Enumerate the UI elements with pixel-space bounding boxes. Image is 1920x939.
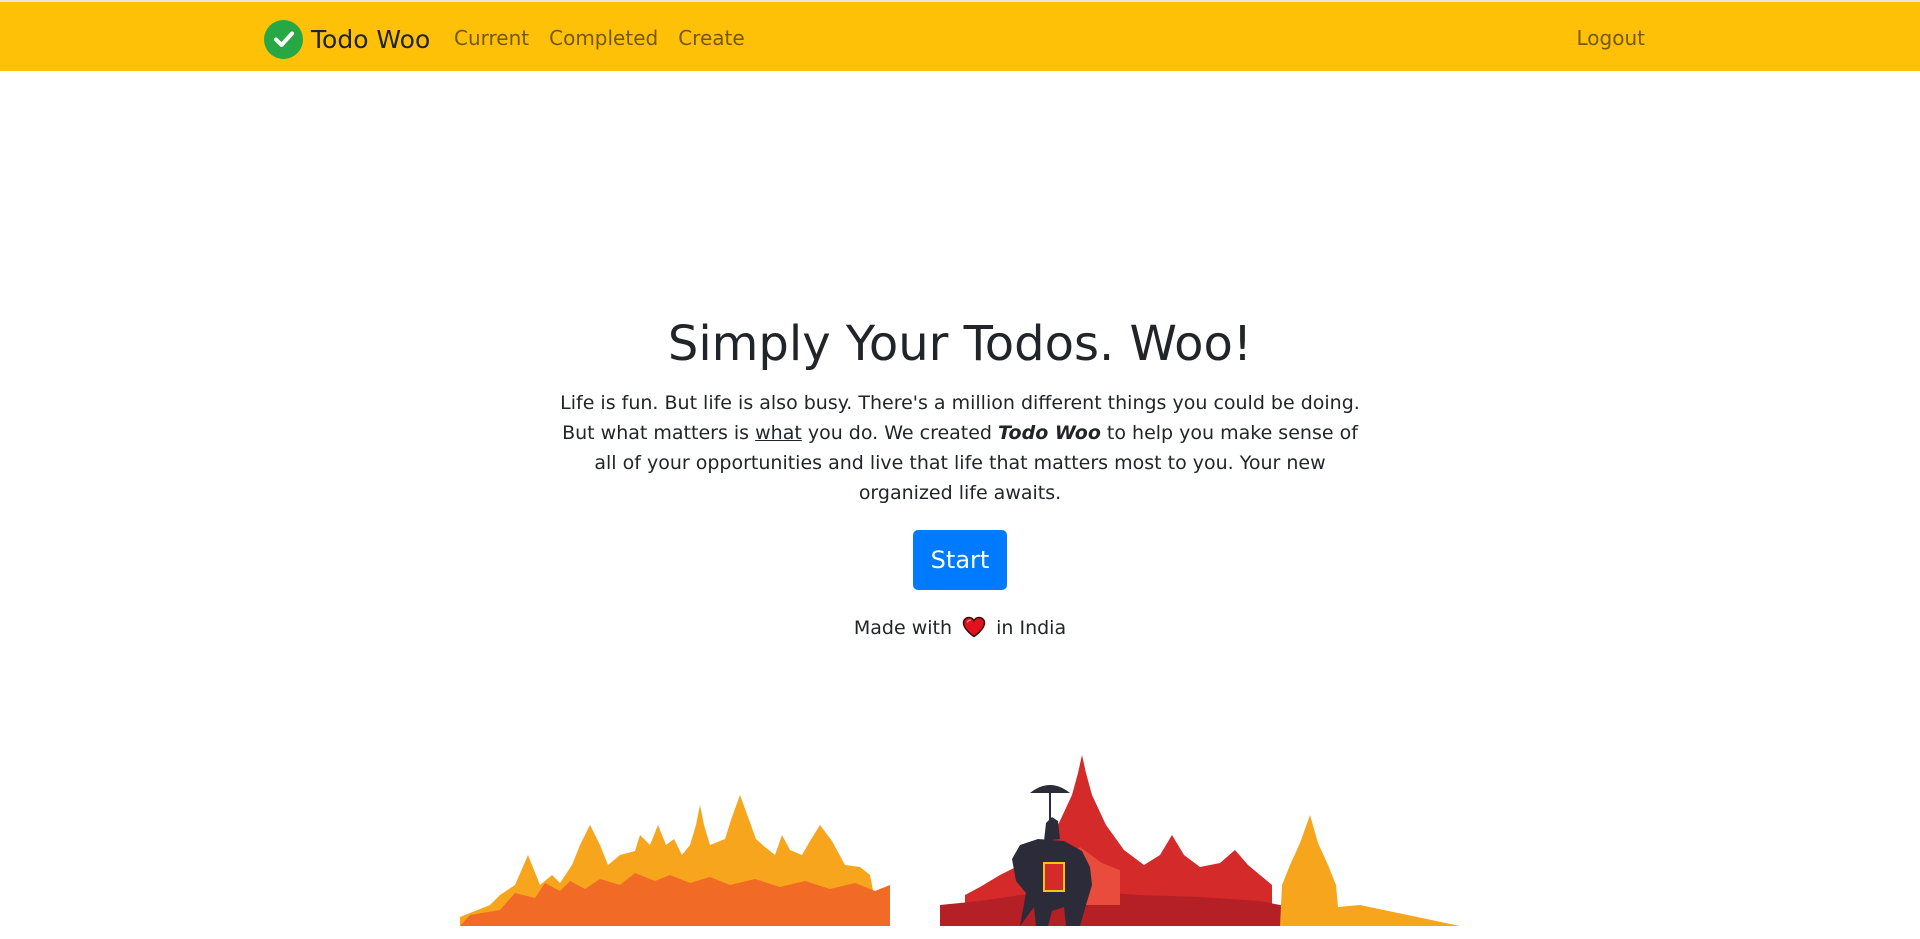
made-with-text: Made with [853,617,953,639]
hero-description: Life is fun. But life is also busy. Ther… [555,388,1365,508]
logout-link[interactable]: Logout [1577,26,1645,50]
india-skyline-illustration [460,755,1460,926]
made-with-note: Made with in India [0,614,1920,646]
start-button[interactable]: Start [913,530,1007,590]
nav-link-create[interactable]: Create [678,26,744,50]
check-circle-icon [264,19,303,59]
nav-link-completed[interactable]: Completed [549,26,658,50]
nav-links: Current Completed Create [454,26,765,50]
navbar: Todo Woo Current Completed Create Logout [0,0,1920,71]
brand-link[interactable]: Todo Woo [264,19,430,59]
hero-section: Simply Your Todos. Woo! Life is fun. But… [0,312,1920,590]
nav-link-current[interactable]: Current [454,26,529,50]
brand-name: Todo Woo [311,24,431,54]
in-india-text: in India [996,617,1067,639]
hero-text-brand: Todo Woo [998,422,1101,444]
hero-text-emphasis: what [755,422,802,444]
heart-icon [962,616,986,646]
hero-title: Simply Your Todos. Woo! [667,316,1253,372]
hero-text-part-2: you do. We created [801,422,999,444]
